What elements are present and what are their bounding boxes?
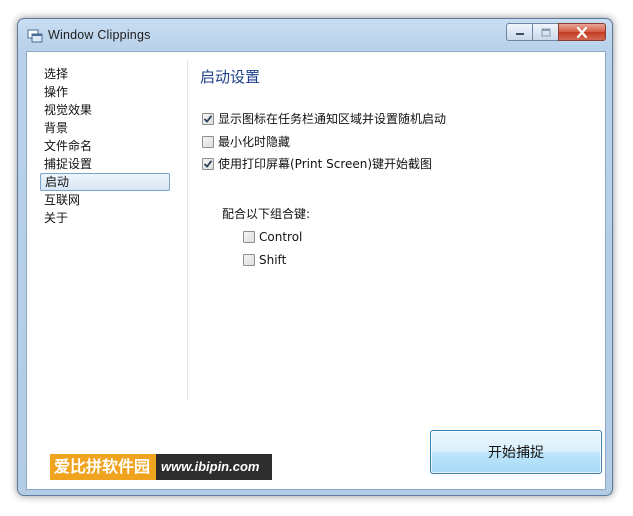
watermark-cn: 爱比拼软件园: [50, 454, 156, 480]
checkbox[interactable]: [243, 231, 255, 243]
sidebar: 选择 操作 视觉效果 背景 文件命名 捕捉设置 启动 互联网 关于: [27, 52, 183, 489]
sidebar-item-actions[interactable]: 操作: [40, 83, 170, 101]
sidebar-item-select[interactable]: 选择: [40, 65, 170, 83]
combo-key-label: 配合以下组合键:: [222, 207, 311, 221]
option-label: 显示图标在任务栏通知区域并设置随机启动: [218, 112, 447, 126]
window-title: Window Clippings: [48, 28, 151, 42]
minimize-button[interactable]: [506, 23, 533, 41]
sidebar-item-about[interactable]: 关于: [40, 209, 170, 227]
option-tray-autostart[interactable]: 显示图标在任务栏通知区域并设置随机启动: [202, 110, 446, 127]
title-bar[interactable]: Window Clippings: [18, 19, 612, 51]
option-hide-on-minimize[interactable]: 最小化时隐藏: [202, 133, 290, 150]
checkbox[interactable]: [202, 135, 214, 148]
sidebar-item-visual-effects[interactable]: 视觉效果: [40, 101, 170, 119]
checkmark-icon: [203, 159, 213, 168]
sidebar-item-file-naming[interactable]: 文件命名: [40, 137, 170, 155]
watermark: 爱比拼软件园 www.ibipin.com: [50, 454, 272, 480]
app-icon: [27, 29, 43, 43]
sidebar-item-startup[interactable]: 启动: [40, 173, 170, 191]
option-print-screen[interactable]: 使用打印屏幕(Print Screen)键开始截图: [202, 155, 432, 172]
maximize-icon: [541, 28, 550, 36]
checkbox[interactable]: [243, 254, 255, 266]
sidebar-item-background[interactable]: 背景: [40, 119, 170, 137]
checkbox[interactable]: [202, 157, 214, 170]
client-area: 选择 操作 视觉效果 背景 文件命名 捕捉设置 启动 互联网 关于 启动设置 显…: [26, 51, 606, 490]
watermark-url: www.ibipin.com: [156, 454, 272, 480]
checkmark-icon: [203, 114, 213, 123]
sidebar-item-internet[interactable]: 互联网: [40, 191, 170, 209]
close-icon: [576, 26, 588, 38]
checkbox[interactable]: [202, 112, 214, 125]
option-label: Shift: [259, 253, 287, 267]
option-label: 使用打印屏幕(Print Screen)键开始截图: [218, 157, 433, 171]
modifier-control[interactable]: Control: [243, 230, 302, 244]
maximize-button[interactable]: [532, 23, 559, 41]
section-title: 启动设置: [200, 68, 261, 86]
modifier-shift[interactable]: Shift: [243, 253, 286, 267]
close-button[interactable]: [558, 23, 606, 41]
option-label: Control: [259, 230, 303, 244]
option-label: 最小化时隐藏: [218, 135, 291, 149]
app-window: Window Clippings 选择 操作 视觉效果 背景 文件命名 捕捉设置: [17, 18, 613, 496]
sidebar-item-capture-settings[interactable]: 捕捉设置: [40, 155, 170, 173]
minimize-icon: [515, 33, 524, 35]
start-capture-button[interactable]: 开始捕捉: [430, 430, 602, 474]
panel-divider: [187, 60, 188, 400]
